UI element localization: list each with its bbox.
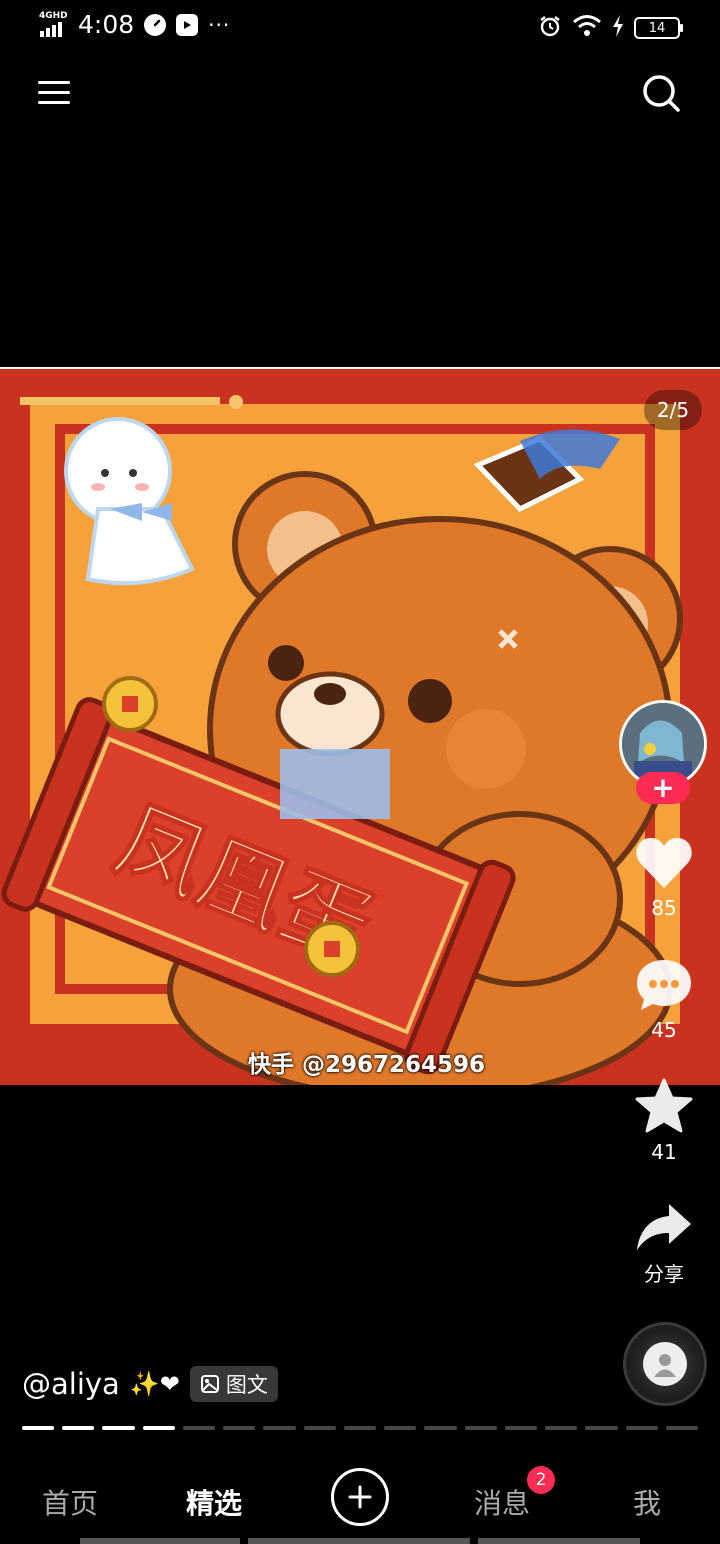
tab-indicator xyxy=(478,1538,640,1544)
clock: 4:08 xyxy=(78,10,135,39)
network-type: 4GHD xyxy=(39,10,68,21)
wifi-icon xyxy=(572,14,602,42)
image-icon xyxy=(200,1375,219,1393)
progress-segment xyxy=(384,1426,417,1430)
image-counter: 2/5 xyxy=(644,390,702,430)
caption-emoji: ✨❤ xyxy=(129,1370,180,1398)
battery-icon: 14 xyxy=(634,17,683,39)
share-button[interactable]: 分享 xyxy=(626,1202,702,1287)
tab-indicator xyxy=(248,1538,470,1544)
progress-segment xyxy=(182,1426,216,1430)
post-caption: @aliya ✨❤ 图文 xyxy=(22,1366,278,1402)
like-button[interactable]: 85 xyxy=(626,836,702,920)
cellular-signal-icon: 4GHD xyxy=(38,11,68,39)
progress-segment xyxy=(102,1426,135,1430)
progress-segment xyxy=(424,1426,457,1430)
star-icon xyxy=(635,1078,693,1133)
progress-segment xyxy=(545,1426,578,1430)
music-disc-button[interactable] xyxy=(623,1322,707,1406)
status-bar: 4GHD 4:08 ··· 14 xyxy=(0,0,720,56)
user-icon xyxy=(654,1354,676,1377)
progress-segment xyxy=(142,1426,175,1430)
progress-segment xyxy=(625,1426,658,1430)
image-post-tag: 图文 xyxy=(189,1366,278,1402)
menu-button[interactable] xyxy=(38,76,70,108)
heart-icon xyxy=(636,838,692,888)
image-progress xyxy=(22,1426,698,1430)
progress-segment xyxy=(343,1426,377,1430)
comment-button[interactable]: 45 xyxy=(626,958,702,1042)
tab-me[interactable]: 我 xyxy=(633,1482,661,1522)
watermark: 快手 @2967264596 xyxy=(248,1052,486,1078)
progress-segment xyxy=(665,1426,698,1430)
plus-icon xyxy=(348,1485,372,1509)
progress-segment xyxy=(585,1426,618,1430)
tab-home[interactable]: 首页 xyxy=(42,1482,98,1522)
author-name[interactable]: @aliya xyxy=(22,1367,120,1401)
more-notifications: ··· xyxy=(208,12,231,37)
charging-icon xyxy=(612,15,624,41)
share-label: 分享 xyxy=(644,1262,684,1286)
alarm-icon xyxy=(538,14,562,42)
search-icon xyxy=(643,75,680,112)
progress-segment xyxy=(504,1426,538,1430)
speedometer-icon xyxy=(144,13,167,36)
progress-segment xyxy=(303,1426,336,1430)
comment-count: 45 xyxy=(651,1018,677,1042)
post-image[interactable]: 凤凰蛋 快手 @2967264596 xyxy=(0,367,720,1085)
share-arrow-icon xyxy=(637,1204,691,1250)
comment-icon xyxy=(637,960,691,1010)
tab-featured[interactable]: 精选 xyxy=(186,1482,242,1522)
progress-segment xyxy=(223,1426,256,1430)
follow-button[interactable]: + xyxy=(636,772,690,804)
video-icon xyxy=(176,13,199,36)
favorite-count: 41 xyxy=(651,1140,677,1164)
image-post-tag-label: 图文 xyxy=(225,1373,268,1397)
progress-segment xyxy=(22,1426,55,1430)
favorite-button[interactable]: 41 xyxy=(626,1078,702,1164)
messages-badge: 2 xyxy=(527,1466,555,1494)
tab-indicator xyxy=(80,1538,240,1544)
progress-segment xyxy=(62,1426,95,1430)
progress-segment xyxy=(464,1426,497,1430)
progress-segment xyxy=(263,1426,296,1430)
create-post-button[interactable] xyxy=(331,1468,389,1526)
bear-illustration: 凤凰蛋 xyxy=(0,369,720,1085)
search-button[interactable] xyxy=(641,73,681,113)
like-count: 85 xyxy=(651,896,677,920)
tab-messages[interactable]: 消息 xyxy=(474,1482,530,1522)
